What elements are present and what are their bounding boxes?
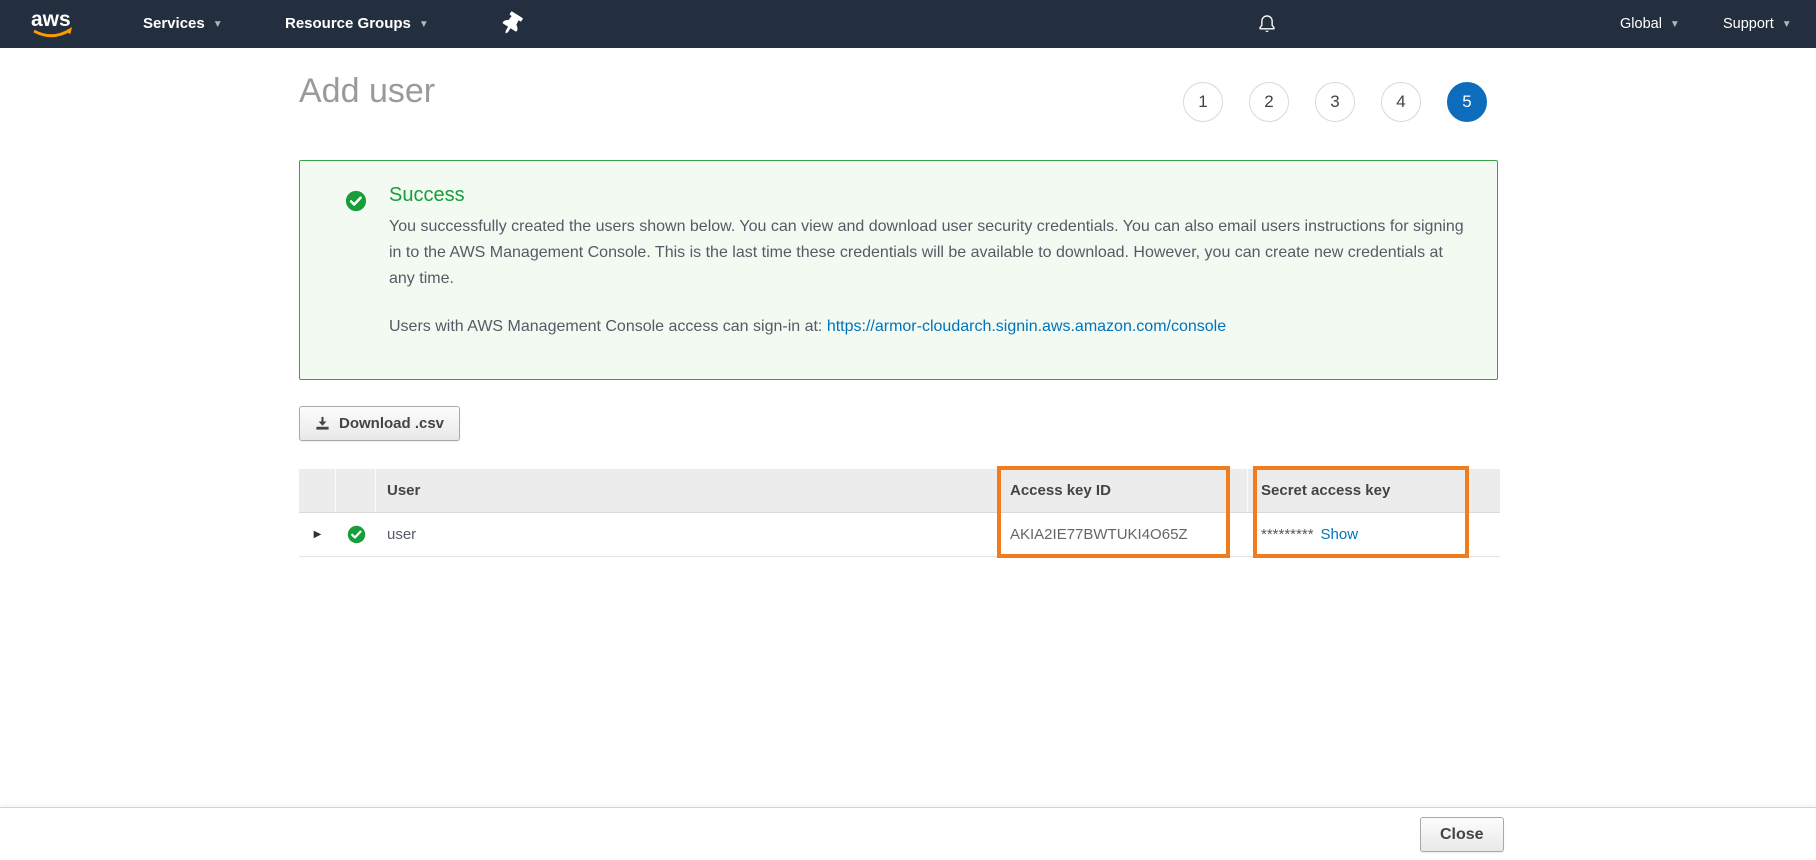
header-secret-access-key: Secret access key [1248, 469, 1500, 512]
svg-text:aws: aws [31, 8, 71, 31]
close-button[interactable]: Close [1420, 817, 1504, 852]
console-signin-link[interactable]: https://armor-cloudarch.signin.aws.amazo… [827, 318, 1226, 335]
top-nav: aws Services ▼ Resource Groups ▼ Global ▼ S… [0, 0, 1816, 48]
footer-bar [0, 807, 1816, 860]
pushpin-icon[interactable] [503, 13, 525, 35]
success-panel: Success You successfully created the use… [299, 160, 1498, 380]
nav-global[interactable]: Global ▼ [1620, 0, 1680, 48]
header-user: User [376, 469, 999, 512]
nav-services-label: Services [143, 15, 205, 32]
step-5-active: 5 [1447, 82, 1487, 122]
step-4: 4 [1381, 82, 1421, 122]
chevron-down-icon: ▼ [1670, 19, 1680, 30]
chevron-down-icon: ▼ [419, 19, 429, 30]
nav-global-label: Global [1620, 16, 1662, 32]
table-row: ▶ user AKIA2IE77BWTUKI4O65Z ********* Sh… [299, 513, 1500, 557]
download-csv-label: Download .csv [339, 415, 444, 432]
page-title: Add user [299, 72, 435, 111]
nav-services[interactable]: Services ▼ [143, 0, 223, 48]
bell-icon[interactable] [1256, 12, 1278, 36]
check-circle-icon [345, 190, 367, 212]
aws-logo[interactable]: aws [28, 6, 78, 44]
signin-prefix: Users with AWS Management Console access… [389, 318, 827, 335]
step-indicator: 1 2 3 4 5 [1183, 82, 1487, 122]
nav-resource-groups-label: Resource Groups [285, 15, 411, 32]
download-icon [315, 416, 330, 431]
download-csv-button[interactable]: Download .csv [299, 406, 460, 441]
chevron-down-icon: ▼ [1782, 19, 1792, 30]
nav-resource-groups[interactable]: Resource Groups ▼ [285, 0, 429, 48]
step-3: 3 [1315, 82, 1355, 122]
row-secret-masked: ********* [1261, 526, 1314, 543]
signin-line: Users with AWS Management Console access… [389, 318, 1226, 336]
show-secret-link[interactable]: Show [1321, 526, 1359, 543]
header-expand-col [299, 469, 336, 512]
chevron-down-icon: ▼ [213, 19, 223, 30]
header-access-key-id: Access key ID [999, 469, 1248, 512]
header-status-col [336, 469, 376, 512]
row-user-name: user [376, 513, 999, 556]
nav-support[interactable]: Support ▼ [1723, 0, 1792, 48]
nav-support-label: Support [1723, 16, 1774, 32]
step-1: 1 [1183, 82, 1223, 122]
step-2: 2 [1249, 82, 1289, 122]
row-success-check-icon [347, 525, 366, 544]
expand-triangle-icon[interactable]: ▶ [314, 529, 322, 540]
users-table: User Access key ID Secret access key ▶ u… [299, 469, 1500, 557]
success-message: You successfully created the users shown… [389, 214, 1467, 292]
success-title: Success [389, 184, 465, 207]
row-access-key-id: AKIA2IE77BWTUKI4O65Z [999, 513, 1248, 556]
table-header-row: User Access key ID Secret access key [299, 469, 1500, 513]
